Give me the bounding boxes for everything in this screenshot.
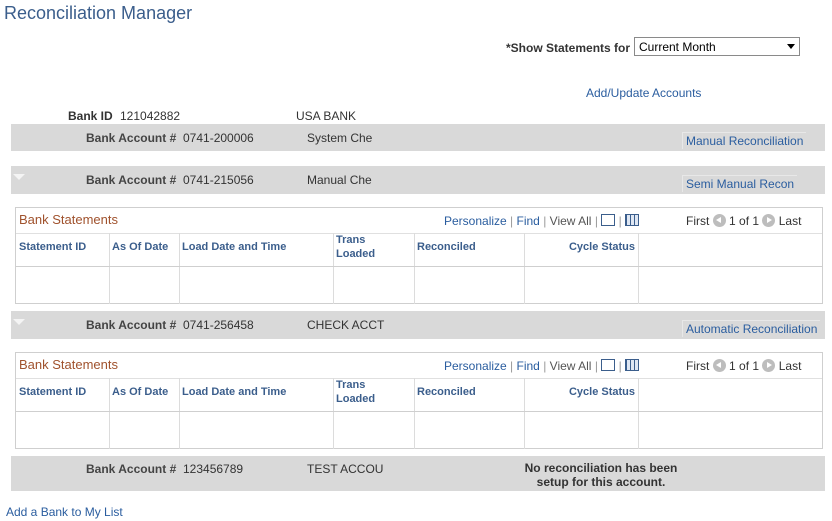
- grid-toolbar: Personalize | Find | View All | |: [444, 214, 640, 228]
- find-link[interactable]: Find: [517, 359, 540, 373]
- collapse-triangle-icon[interactable]: [13, 319, 25, 325]
- col-trans-loaded[interactable]: Trans Loaded: [334, 378, 415, 411]
- bank-statements-grid-1: Bank Statements Personalize | Find | Vie…: [15, 207, 823, 304]
- next-row-icon[interactable]: [762, 359, 776, 372]
- personalize-link[interactable]: Personalize: [444, 214, 507, 228]
- grid-column-headers: Statement ID As Of Date Load Date and Ti…: [16, 378, 822, 412]
- toolbar-separator: |: [543, 214, 547, 228]
- toolbar-separator: |: [543, 359, 547, 373]
- first-label: First: [686, 359, 710, 373]
- manual-reconciliation-link[interactable]: Manual Reconciliation: [682, 132, 807, 149]
- account-description: TEST ACCOU: [307, 462, 384, 476]
- personalize-link[interactable]: Personalize: [444, 359, 507, 373]
- account-number-value: 0741-215056: [183, 173, 254, 187]
- toolbar-separator: |: [618, 359, 622, 373]
- zoom-grid-icon[interactable]: [601, 214, 616, 226]
- grid-pager: First 1 of 1 Last: [686, 359, 801, 373]
- no-reconciliation-note: No reconciliation has been setup for thi…: [524, 461, 678, 489]
- account-number-label: Bank Account #: [86, 173, 177, 187]
- next-row-icon[interactable]: [762, 214, 776, 227]
- account-bar-2: Bank Account # 0741-215056 Manual Che Se…: [11, 166, 825, 194]
- grid-title: Bank Statements: [19, 357, 118, 372]
- show-statements-value: Current Month: [639, 40, 716, 54]
- grid-pager: First 1 of 1 Last: [686, 214, 801, 228]
- collapse-triangle-icon[interactable]: [13, 174, 25, 180]
- grid-column-headers: Statement ID As Of Date Load Date and Ti…: [16, 233, 822, 267]
- col-load-date-time[interactable]: Load Date and Time: [180, 233, 334, 266]
- grid-title: Bank Statements: [19, 212, 118, 227]
- add-update-accounts-link[interactable]: Add/Update Accounts: [586, 86, 701, 100]
- zoom-grid-icon[interactable]: [601, 359, 616, 371]
- col-trans-loaded[interactable]: Trans Loaded: [334, 233, 415, 266]
- previous-row-icon[interactable]: [712, 359, 726, 372]
- table-row: [16, 267, 822, 304]
- last-label: Last: [778, 214, 802, 228]
- bank-name: USA BANK: [296, 109, 357, 123]
- toolbar-separator: |: [510, 359, 514, 373]
- col-cycle-status[interactable]: Cycle Status: [525, 233, 639, 266]
- account-number-value: 0741-200006: [183, 131, 254, 145]
- view-all-link[interactable]: View All: [550, 214, 592, 228]
- col-as-of-date[interactable]: As Of Date: [110, 233, 180, 266]
- download-excel-icon[interactable]: [625, 214, 640, 226]
- table-row: [16, 412, 822, 449]
- bank-id-label: Bank ID: [68, 109, 113, 123]
- show-statements-label: *Show Statements for: [506, 41, 631, 55]
- grid-header: Bank Statements Personalize | Find | Vie…: [16, 208, 822, 234]
- account-number-value: 0741-256458: [183, 318, 254, 332]
- row-range: 1 of 1: [729, 359, 760, 373]
- grid-toolbar: Personalize | Find | View All | |: [444, 359, 640, 373]
- col-cycle-status[interactable]: Cycle Status: [525, 378, 639, 411]
- col-reconciled[interactable]: Reconciled: [415, 378, 525, 411]
- download-excel-icon[interactable]: [625, 359, 640, 371]
- account-description: Manual Che: [307, 173, 372, 187]
- account-bar-3: Bank Account # 0741-256458 CHECK ACCT Au…: [11, 311, 825, 339]
- page-title: Reconciliation Manager: [4, 3, 193, 23]
- toolbar-separator: |: [594, 214, 598, 228]
- col-statement-id[interactable]: Statement ID: [16, 378, 110, 411]
- toolbar-separator: |: [594, 359, 598, 373]
- account-bar-1: Bank Account # 0741-200006 System Che Ma…: [11, 124, 825, 151]
- account-number-value: 123456789: [183, 462, 244, 476]
- row-range: 1 of 1: [729, 214, 760, 228]
- semi-manual-recon-link[interactable]: Semi Manual Recon: [682, 175, 798, 192]
- first-label: First: [686, 214, 710, 228]
- account-number-label: Bank Account #: [86, 462, 177, 476]
- col-load-date-time[interactable]: Load Date and Time: [180, 378, 334, 411]
- bank-statements-grid-2: Bank Statements Personalize | Find | Vie…: [15, 352, 823, 449]
- previous-row-icon[interactable]: [712, 214, 726, 227]
- last-label: Last: [778, 359, 802, 373]
- add-bank-link[interactable]: Add a Bank to My List: [6, 505, 123, 519]
- col-statement-id[interactable]: Statement ID: [16, 233, 110, 266]
- bank-id-value: 121042882: [120, 109, 181, 123]
- col-as-of-date[interactable]: As Of Date: [110, 378, 180, 411]
- chevron-down-icon: [787, 44, 795, 49]
- toolbar-separator: |: [510, 214, 514, 228]
- show-statements-select[interactable]: Current Month: [634, 37, 800, 56]
- account-number-label: Bank Account #: [86, 131, 177, 145]
- toolbar-separator: |: [618, 214, 622, 228]
- find-link[interactable]: Find: [517, 214, 540, 228]
- account-description: CHECK ACCT: [307, 318, 385, 332]
- automatic-reconciliation-link[interactable]: Automatic Reconciliation: [682, 320, 821, 337]
- account-description: System Che: [307, 131, 373, 145]
- account-number-label: Bank Account #: [86, 318, 177, 332]
- grid-header: Bank Statements Personalize | Find | Vie…: [16, 353, 822, 379]
- view-all-link[interactable]: View All: [550, 359, 592, 373]
- col-reconciled[interactable]: Reconciled: [415, 233, 525, 266]
- account-bar-4: Bank Account # 123456789 TEST ACCOU No r…: [11, 456, 825, 491]
